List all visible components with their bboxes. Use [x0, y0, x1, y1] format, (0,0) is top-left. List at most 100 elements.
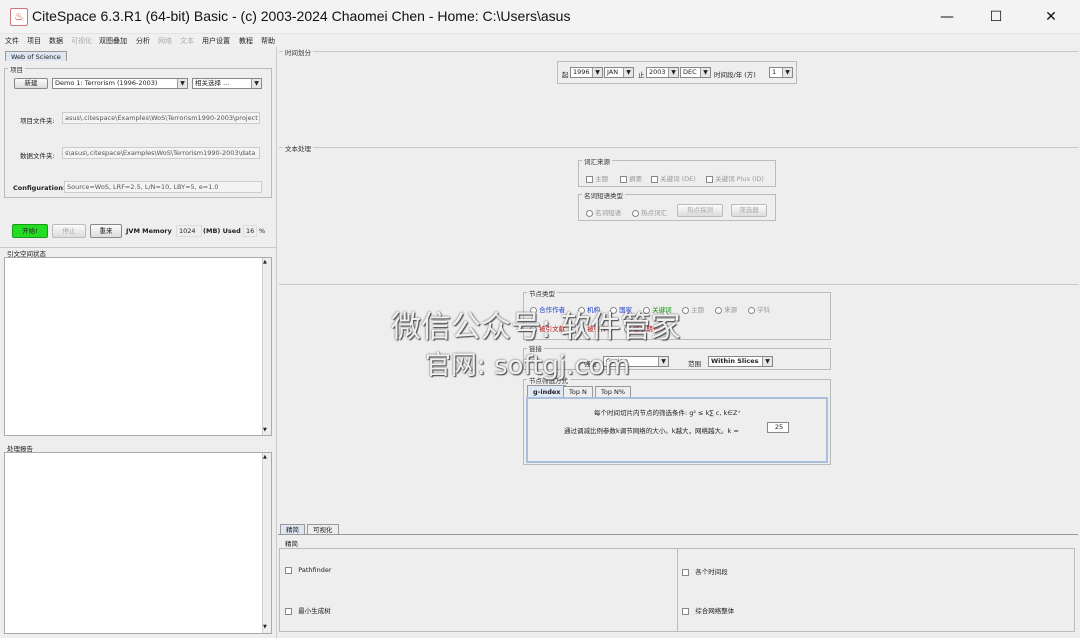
menu-help[interactable]: 帮助 — [261, 36, 275, 46]
tab-web-of-science[interactable]: Web of Science — [5, 51, 67, 61]
chevron-down-icon: ▼ — [177, 79, 187, 88]
project-group-label: 项目 — [8, 64, 25, 74]
data-dir-label: 数据文件夹: — [20, 152, 55, 160]
slice-length-value: 1 — [772, 68, 777, 76]
pathfinder-label: Pathfinder — [298, 566, 332, 574]
merged-network-label: 综合网络整体 — [695, 607, 735, 615]
node-term-label: 主题 — [691, 306, 705, 314]
data-dir-field[interactable]: s\asus\.citespace\Examples\WoS\Terrorism… — [62, 147, 260, 159]
citation-scrollbar[interactable] — [262, 258, 271, 435]
checkbox-icon — [586, 175, 593, 183]
node-category-option[interactable]: 学科 — [748, 304, 770, 314]
node-term-option[interactable]: 主题 — [682, 304, 704, 314]
process-report-area[interactable] — [4, 452, 272, 634]
pruning-group-label: 精简 — [285, 540, 298, 548]
config-label: Configuration: — [13, 184, 66, 192]
menu-analysis[interactable]: 分析 — [136, 36, 150, 46]
stop-button[interactable]: 停止 — [52, 224, 86, 238]
from-year-select[interactable]: 1996 ▼ — [570, 67, 603, 78]
scroll-up-icon[interactable]: ▲ — [263, 259, 267, 265]
noun-phrase-option[interactable]: 名词短语 — [586, 207, 621, 217]
node-source-label: 来源 — [724, 306, 738, 314]
node-category-label: 学科 — [757, 306, 771, 314]
source-title-label: 主题 — [595, 175, 609, 183]
checkbox-icon — [682, 607, 689, 615]
menu-data[interactable]: 数据 — [49, 36, 63, 46]
filter-button[interactable]: 筛选器 — [731, 204, 767, 217]
slice-length-select[interactable]: 1 ▼ — [769, 67, 793, 78]
term-source-label: 词汇来源 — [582, 156, 612, 166]
node-source-option[interactable]: 来源 — [715, 304, 737, 314]
maximize-button[interactable]: ☐ — [973, 0, 1019, 34]
tab-visualization[interactable]: 可视化 — [307, 524, 339, 534]
burst-detect-button[interactable]: 热点探测 — [677, 204, 723, 217]
menu-dual-map[interactable]: 双图叠加 — [99, 36, 127, 46]
to-month-select[interactable]: DEC ▼ — [680, 67, 711, 78]
used-percent-value: 16 — [243, 225, 257, 237]
menu-text[interactable]: 文本 — [180, 36, 194, 46]
reset-button[interactable]: 重来 — [90, 224, 122, 238]
radio-icon — [682, 306, 689, 314]
java-cup-icon: ♨ — [10, 8, 28, 26]
radio-icon — [748, 306, 755, 314]
menu-settings[interactable]: 用户设置 — [202, 36, 230, 46]
text-processing-label: 文本处理 — [283, 143, 313, 153]
report-scrollbar[interactable] — [262, 453, 271, 633]
checkbox-icon — [651, 175, 658, 183]
pathfinder-option[interactable]: Pathfinder — [285, 566, 332, 574]
project-dir-field[interactable]: asus\.citespace\Examples\WoS\Terrorism19… — [62, 112, 260, 124]
scroll-down-icon[interactable]: ▼ — [263, 624, 267, 630]
jvm-memory-label: JVM Memory — [126, 227, 172, 235]
source-abstract-label: 摘要 — [629, 175, 643, 183]
node-type-label: 节点类型 — [527, 288, 557, 298]
menu-network[interactable]: 网络 — [158, 36, 172, 46]
merged-network-option[interactable]: 综合网络整体 — [682, 605, 734, 615]
slices-label: 各个时间段 — [695, 568, 728, 576]
g-index-formula: 每个时间切片内节点的筛选条件: g² ≤ k∑ c, k∈Z⁺ — [594, 409, 741, 417]
source-id-option[interactable]: 关键词 Plus (ID) — [706, 173, 764, 183]
project-select[interactable]: Demo 1: Terrorism (1996-2003) ▼ — [52, 78, 188, 89]
close-button[interactable]: ✕ — [1028, 0, 1074, 34]
watermark-line2: 官网: softgj.com — [425, 351, 630, 381]
to-year-select[interactable]: 2003 ▼ — [646, 67, 679, 78]
hot-terms-option[interactable]: 热点词汇 — [632, 207, 667, 217]
k-input[interactable]: 25 — [767, 422, 789, 433]
mst-option[interactable]: 最小生成树 — [285, 605, 331, 615]
menu-file[interactable]: 文件 — [5, 36, 19, 46]
related-select[interactable]: 相关选择 ... ▼ — [192, 78, 262, 89]
citation-status-area[interactable] — [4, 257, 272, 436]
radio-icon — [586, 209, 593, 217]
from-year-value: 1996 — [573, 68, 590, 76]
watermark-line1: 微信公众号: 软件管家 — [391, 310, 681, 345]
start-button[interactable]: 开始! — [12, 224, 48, 238]
project-dir-label: 项目文件夹: — [20, 117, 55, 125]
percent-sign: % — [259, 227, 266, 235]
menu-project[interactable]: 项目 — [27, 36, 41, 46]
tab-top-n[interactable]: Top N — [563, 386, 593, 397]
tab-g-index[interactable]: g-index — [527, 385, 567, 397]
jvm-memory-value: 1024 — [176, 225, 202, 237]
slices-option[interactable]: 各个时间段 — [682, 566, 728, 576]
from-month-select[interactable]: JAN ▼ — [604, 67, 634, 78]
chevron-down-icon: ▼ — [658, 357, 668, 366]
menu-tutorial[interactable]: 教程 — [239, 36, 253, 46]
source-abstract-option[interactable]: 摘要 — [620, 173, 642, 183]
checkbox-icon — [706, 175, 713, 183]
new-project-button[interactable]: 新建 — [14, 78, 48, 89]
scroll-down-icon[interactable]: ▼ — [263, 427, 267, 433]
source-title-option[interactable]: 主题 — [586, 173, 608, 183]
radio-icon — [715, 306, 722, 314]
slice-length-label: 时间段/年 (方) — [714, 71, 756, 79]
tab-pruning[interactable]: 精简 — [280, 524, 305, 534]
radio-icon — [632, 209, 639, 217]
tab-top-n-percent[interactable]: Top N% — [595, 386, 632, 397]
source-de-option[interactable]: 关键词 (DE) — [651, 173, 696, 183]
menu-visualize[interactable]: 可视化 — [71, 36, 92, 46]
bottom-tab-line — [278, 534, 1078, 535]
scroll-up-icon[interactable]: ▲ — [263, 454, 267, 460]
from-label: 起 — [562, 71, 569, 79]
minimize-button[interactable]: — — [924, 0, 970, 34]
scope-value: Within Slices — [711, 357, 759, 365]
scope-select[interactable]: Within Slices ▼ — [708, 356, 773, 367]
text-section-line — [279, 147, 1078, 148]
